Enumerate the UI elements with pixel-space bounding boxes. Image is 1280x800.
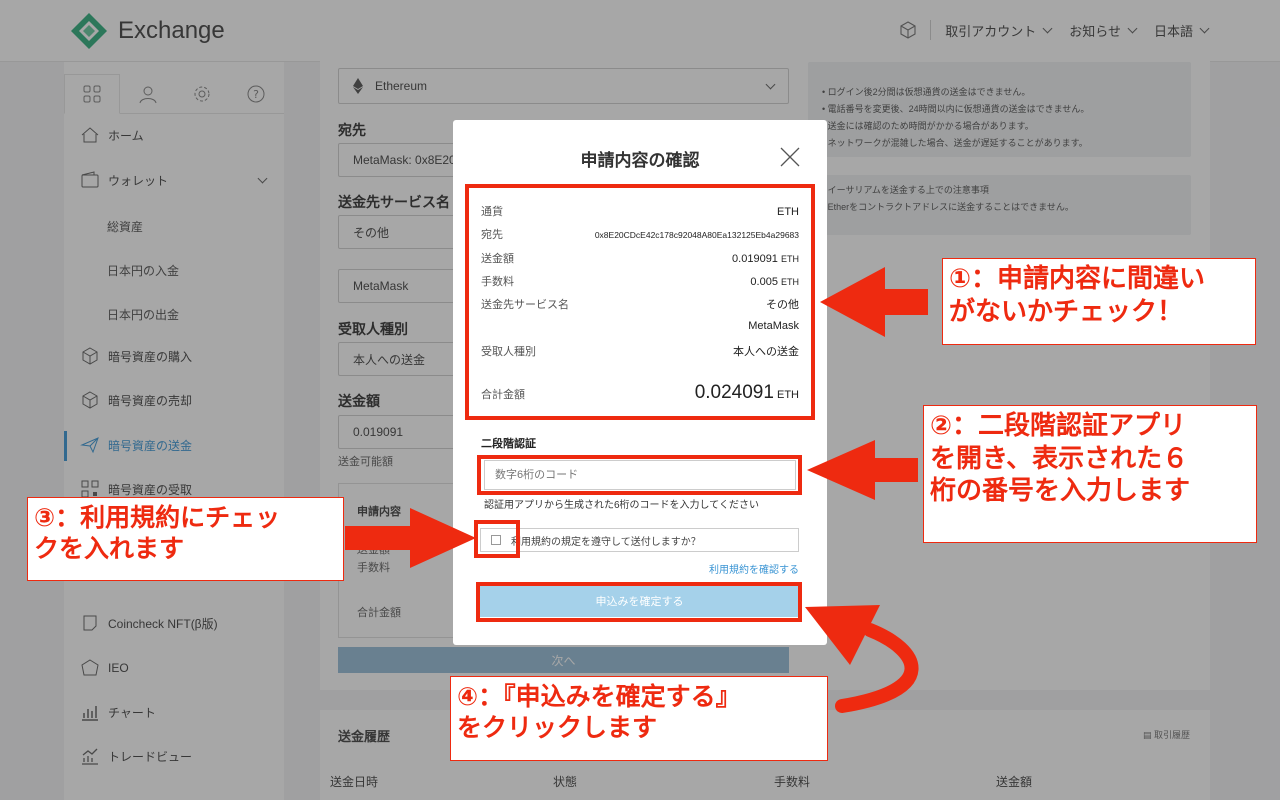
highlight-details	[465, 184, 815, 420]
callout-step1: ①：申請内容に間違い がないかチェック！	[942, 258, 1256, 345]
callout-step3: ③：利用規約にチェッ クを入れます	[27, 497, 344, 581]
highlight-confirm-button	[476, 582, 802, 622]
two-factor-title: 二段階認証	[481, 438, 536, 450]
two-factor-hint: 認証用アプリから生成された6桁のコードを入力してください	[484, 500, 759, 511]
callout-step4: ④：『申込みを確定する』 をクリックします	[450, 676, 828, 761]
modal-title: 申請内容の確認	[580, 151, 700, 170]
close-icon[interactable]	[780, 147, 800, 167]
highlight-checkbox	[474, 520, 520, 558]
highlight-code-input	[477, 455, 802, 495]
callout-step2: ②：二段階認証アプリ を開き、表示された６ 桁の番号を入力します	[923, 405, 1257, 543]
terms-link[interactable]: 利用規約を確認する	[709, 561, 799, 576]
terms-agreement-label: 利用規約の規定を遵守して送付しますか？	[511, 536, 701, 548]
terms-agreement[interactable]: 利用規約の規定を遵守して送付しますか？	[480, 528, 799, 552]
